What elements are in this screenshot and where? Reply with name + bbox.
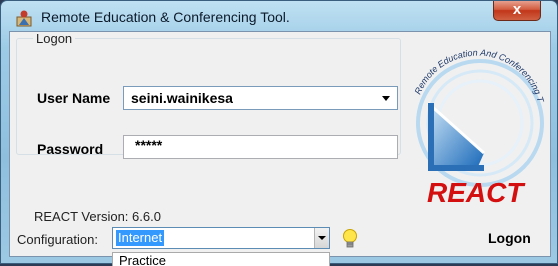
configuration-value: Internet (116, 230, 165, 246)
password-field[interactable]: ***** (123, 135, 398, 159)
version-label: REACT Version: (34, 209, 129, 224)
logon-button[interactable]: Logon (488, 230, 531, 246)
chevron-down-icon (318, 236, 326, 240)
logon-legend: Logon (36, 31, 73, 46)
window-title: Remote Education & Conferencing Tool. (41, 9, 290, 25)
react-logo-word: REACT (427, 177, 524, 208)
user-name-combobox[interactable]: seini.wainikesa (123, 86, 398, 110)
close-icon: x (512, 1, 522, 18)
password-label: Password (37, 141, 104, 157)
configuration-dropdown-button[interactable] (314, 228, 329, 248)
app-icon (16, 10, 32, 27)
configuration-label: Configuration: (17, 232, 98, 247)
configuration-combobox[interactable]: Internet (112, 227, 330, 249)
password-value: ***** (135, 137, 163, 153)
close-button[interactable]: x (493, 1, 541, 21)
chevron-down-icon[interactable] (382, 96, 390, 101)
title-bar[interactable]: Remote Education & Conferencing Tool. x (1, 1, 557, 31)
version-text: REACT Version: 6.6.0 (34, 209, 161, 224)
lightbulb-icon[interactable] (341, 228, 359, 250)
version-value: 6.6.0 (132, 209, 161, 224)
app-window: Remote Education & Conferencing Tool. x … (0, 0, 558, 266)
user-name-value: seini.wainikesa (131, 90, 233, 106)
user-name-label: User Name (37, 90, 111, 106)
